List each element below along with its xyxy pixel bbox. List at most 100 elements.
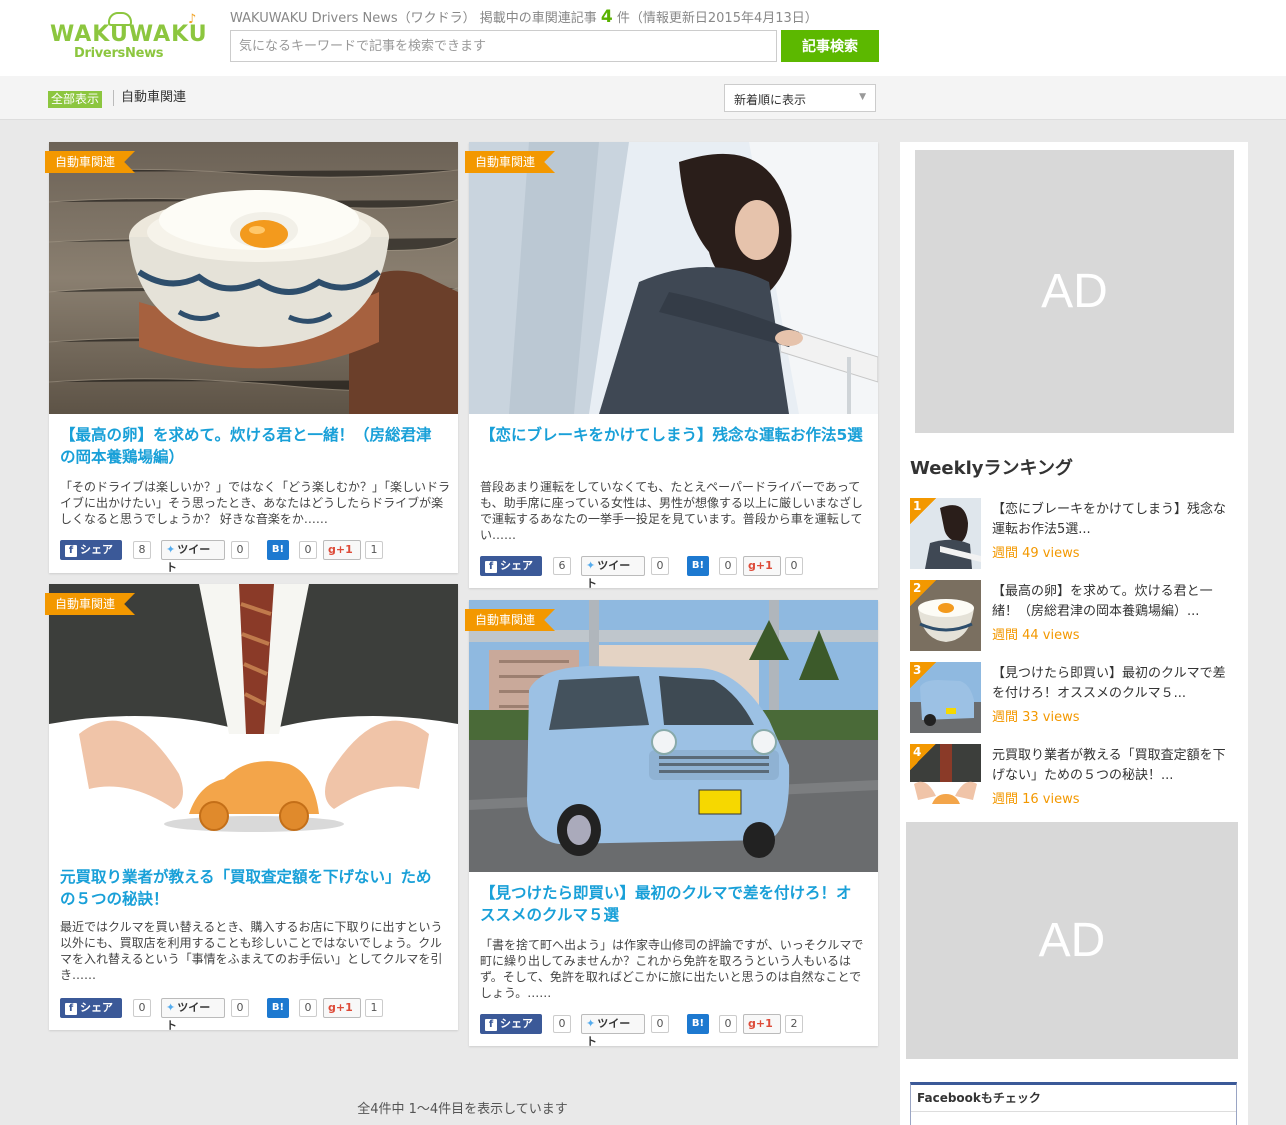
facebook-share-button[interactable]: f シェア: [60, 998, 122, 1018]
gplus-count: 1: [365, 541, 383, 559]
social-buttons: f シェア 0 ✦ ツイート 0 B! 0 g+1 1: [60, 998, 450, 1032]
article-card[interactable]: 自動車関連 【恋にブレーキをかけてしまう】残念な運転お作法5選 普段あまり運転を…: [465, 142, 878, 590]
rank-badge: 2: [910, 580, 936, 606]
article-image-toy-car-hands[interactable]: [49, 584, 458, 854]
search-button[interactable]: 記事検索: [781, 30, 879, 62]
tweet-count: 0: [651, 1015, 669, 1033]
facebook-share-button[interactable]: f シェア: [480, 1014, 542, 1034]
divider: [911, 1111, 1236, 1112]
article-title[interactable]: 元買取り業者が教える「買取査定額を下げない」ための５つの秘訣！: [60, 866, 447, 910]
gplus-count: 0: [785, 557, 803, 575]
ranking-item[interactable]: 2 【最高の卵】を求めて。炊ける君と一緒！（房総君津の岡本養鶏場編）... 週間…: [910, 580, 1240, 652]
filter-bar: 全部表示 自動車関連 新着順に表示 ▼: [0, 76, 1286, 120]
share-label: シェア: [80, 543, 113, 556]
article-image-blue-car[interactable]: [469, 600, 878, 872]
tagline-prefix: WAKUWAKU Drivers News（ワクドラ） 掲載中の車関連記事: [230, 11, 597, 26]
hatena-count: 0: [299, 999, 317, 1017]
ranking-title: Weeklyランキング: [910, 458, 1073, 479]
article-excerpt: 普段あまり運転をしていなくても、たとえペーパードライバーであっても、助手席に座っ…: [480, 480, 864, 542]
category-tag[interactable]: 自動車関連: [45, 593, 136, 615]
ranking-item-views: 週間 49 views: [992, 546, 1080, 561]
article-excerpt: 「そのドライブは楽しいか？」ではなく「どう楽しむか？」「楽しいドライブに出かけた…: [60, 480, 451, 526]
site-logo[interactable]: ♪ WAKUWAKU DriversNews: [50, 12, 210, 64]
ranking-item[interactable]: 1 【恋にブレーキをかけてしまう】残念な運転お作法5選... 週間 49 vie…: [910, 498, 1240, 570]
twitter-bird-icon: ✦: [586, 559, 596, 572]
hatena-bookmark-button[interactable]: B!: [687, 556, 709, 576]
rank-badge: 3: [910, 662, 936, 688]
article-card[interactable]: 自動車関連 【最高の卵】を求めて。炊ける君と一緒！（房総君津の岡本養鶏場編） 「…: [45, 142, 458, 574]
sort-select[interactable]: 新着順に表示 ▼: [724, 84, 876, 112]
hatena-count: 0: [299, 541, 317, 559]
facebook-icon: f: [485, 561, 497, 573]
ad-slot-top[interactable]: AD: [915, 150, 1234, 433]
article-title[interactable]: 【見つけたら即買い】最初のクルマで差を付けろ！オススメのクルマ５選: [480, 882, 867, 926]
pagination-summary: 全4件中 1～4件目を表示しています: [357, 1102, 568, 1117]
social-buttons: f シェア 6 ✦ ツイート 0 B! 0 g+1 0: [480, 556, 870, 590]
article-card[interactable]: 自動車関連 元買取り業者が教える「買取査定額を下げない」ための５つの秘訣！ 最近…: [45, 584, 458, 1032]
share-count: 0: [553, 1015, 571, 1033]
share-count: 8: [133, 541, 151, 559]
hatena-count: 0: [719, 1015, 737, 1033]
social-buttons: f シェア 8 ✦ ツイート 0 B! 0 g+1 1: [60, 540, 450, 574]
google-plus-button[interactable]: g+1: [743, 1014, 781, 1034]
hatena-count: 0: [719, 557, 737, 575]
share-label: シェア: [500, 559, 533, 572]
ranking-item-views: 週間 44 views: [992, 628, 1080, 643]
facebook-share-button[interactable]: f シェア: [480, 556, 542, 576]
tweet-button[interactable]: ✦ ツイート: [581, 556, 645, 590]
sidebar: AD Weeklyランキング 1 【恋にブレーキをかけてしまう】残念な運転お作法…: [900, 142, 1248, 1125]
ranking-item[interactable]: 3 【見つけたら即買い】最初のクルマで差を付けろ！オススメのクルマ５... 週間…: [910, 662, 1240, 734]
article-count: 4: [600, 7, 613, 27]
article-image-egg-rice[interactable]: [49, 142, 458, 414]
tweet-button[interactable]: ✦ ツイート: [581, 1014, 645, 1048]
ranking-item-title[interactable]: 【恋にブレーキをかけてしまう】残念な運転お作法5選...: [992, 500, 1238, 540]
tagline-suffix: 件（情報更新日2015年4月13日）: [616, 11, 818, 26]
category-tag[interactable]: 自動車関連: [465, 609, 556, 631]
gplus-count: 1: [365, 999, 383, 1017]
share-count: 6: [553, 557, 571, 575]
ad-slot-bottom[interactable]: AD: [906, 822, 1238, 1059]
category-tag[interactable]: 自動車関連: [45, 151, 136, 173]
ranking-item-title[interactable]: 元買取り業者が教える「買取査定額を下げない」ための５つの秘訣！...: [992, 746, 1238, 786]
rank-badge: 4: [910, 744, 936, 770]
google-plus-button[interactable]: g+1: [323, 998, 361, 1018]
article-title[interactable]: 【恋にブレーキをかけてしまう】残念な運転お作法5選: [480, 424, 867, 446]
facebook-share-button[interactable]: f シェア: [60, 540, 122, 560]
hatena-bookmark-button[interactable]: B!: [267, 998, 289, 1018]
article-title[interactable]: 【最高の卵】を求めて。炊ける君と一緒！（房総君津の岡本養鶏場編）: [60, 424, 447, 468]
ranking-item[interactable]: 4 元買取り業者が教える「買取査定額を下げない」ための５つの秘訣！... 週間 …: [910, 744, 1240, 816]
hatena-bookmark-button[interactable]: B!: [267, 540, 289, 560]
search-input[interactable]: [230, 30, 777, 62]
article-card[interactable]: 自動車関連 【見つけたら即買い】最初のクルマで差を付けろ！オススメのクルマ５選 …: [465, 600, 878, 1048]
share-label: シェア: [80, 1001, 113, 1014]
twitter-bird-icon: ✦: [166, 543, 176, 556]
tweet-button[interactable]: ✦ ツイート: [161, 998, 225, 1032]
facebook-widget-title: Facebookもチェック: [917, 1091, 1041, 1105]
tweet-count: 0: [231, 999, 249, 1017]
twitter-bird-icon: ✦: [586, 1017, 596, 1030]
facebook-icon: f: [65, 545, 77, 557]
google-plus-button[interactable]: g+1: [743, 556, 781, 576]
ranking-item-views: 週間 33 views: [992, 710, 1080, 725]
article-image-woman-railing[interactable]: [469, 142, 878, 414]
logo-subtext: DriversNews: [74, 46, 164, 61]
gplus-count: 2: [785, 1015, 803, 1033]
filter-all-button[interactable]: 全部表示: [48, 91, 103, 108]
category-tag[interactable]: 自動車関連: [465, 151, 556, 173]
ranking-item-title[interactable]: 【見つけたら即買い】最初のクルマで差を付けろ！オススメのクルマ５...: [992, 664, 1238, 704]
google-plus-button[interactable]: g+1: [323, 540, 361, 560]
hatena-bookmark-button[interactable]: B!: [687, 1014, 709, 1034]
tweet-button[interactable]: ✦ ツイート: [161, 540, 225, 574]
facebook-icon: f: [65, 1003, 77, 1015]
facebook-widget[interactable]: Facebookもチェック: [910, 1082, 1237, 1125]
site-tagline: WAKUWAKU Drivers News（ワクドラ） 掲載中の車関連記事 4 …: [230, 7, 818, 27]
ranking-item-views: 週間 16 views: [992, 792, 1080, 807]
facebook-icon: f: [485, 1019, 497, 1031]
rank-badge: 1: [910, 498, 936, 524]
share-label: シェア: [500, 1017, 533, 1030]
tweet-count: 0: [231, 541, 249, 559]
ranking-item-title[interactable]: 【最高の卵】を求めて。炊ける君と一緒！（房総君津の岡本養鶏場編）...: [992, 582, 1238, 622]
article-excerpt: 最近ではクルマを買い替えるとき、購入するお店に下取りに出すという以外にも、買取店…: [60, 920, 443, 982]
site-header: ♪ WAKUWAKU DriversNews WAKUWAKU Drivers …: [0, 0, 1286, 76]
filter-category-link[interactable]: 自動車関連: [113, 90, 186, 106]
